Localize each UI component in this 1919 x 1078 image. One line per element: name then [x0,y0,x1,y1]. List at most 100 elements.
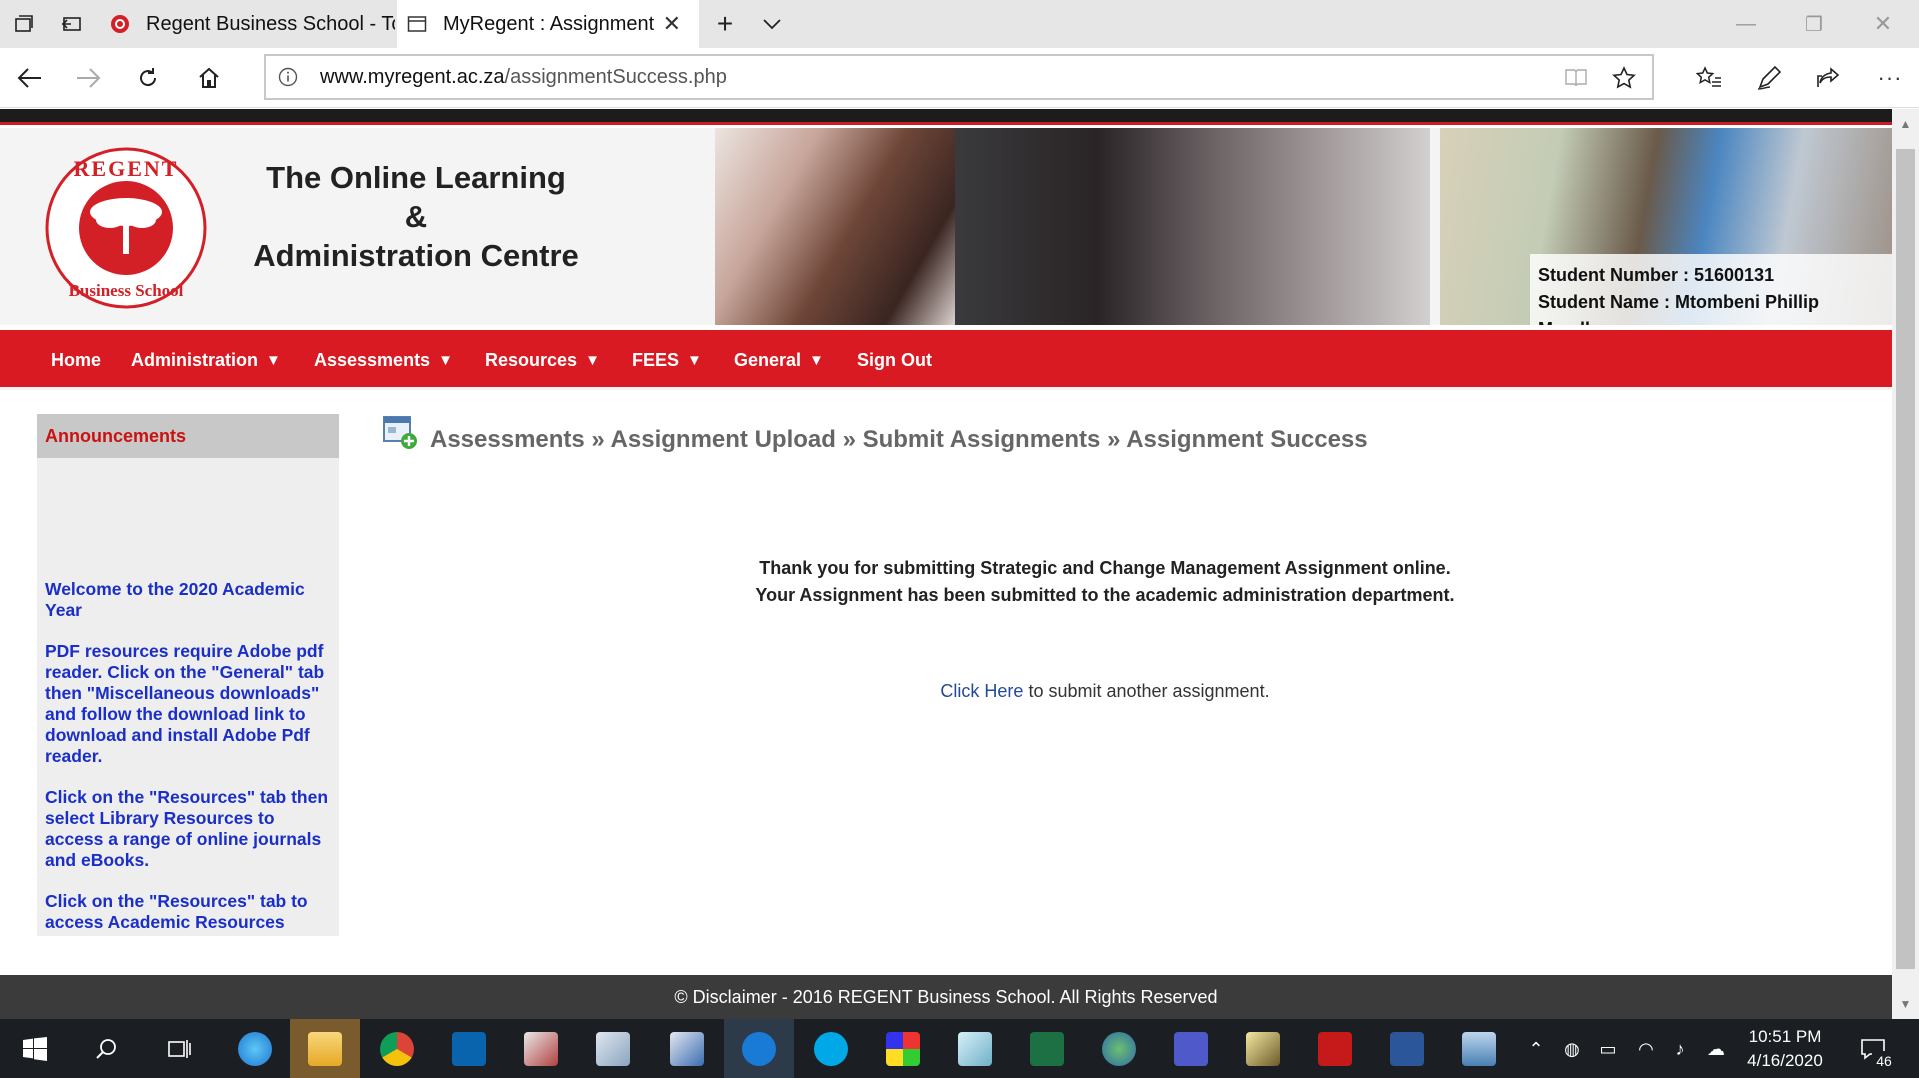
student-number: Student Number : 51600131 [1538,265,1775,285]
scroll-down-icon[interactable]: ▼ [1892,989,1919,1019]
paint-icon[interactable] [506,1019,576,1078]
minimize-icon[interactable]: — [1712,0,1780,48]
clock[interactable]: 10:51 PM 4/16/2020 [1730,1025,1840,1073]
set-tabs-aside-icon[interactable] [54,0,90,48]
scroll-up-icon[interactable]: ▲ [1892,109,1919,139]
menu-fees[interactable]: FEES ▼ [632,330,702,390]
dropdown-arrow-icon: ▼ [687,351,702,369]
address-bar[interactable]: www.myregent.ac.za/assignmentSuccess.php [264,54,1654,100]
logo-text-bottom: Business School [69,281,184,300]
dropdown-arrow-icon: ▼ [438,351,453,369]
close-window-icon[interactable]: ✕ [1849,0,1917,48]
clock-date: 4/16/2020 [1747,1051,1823,1070]
menu-resources[interactable]: Resources ▼ [485,330,600,390]
search-icon[interactable] [72,1019,142,1078]
submit-another-suffix: to submit another assignment. [1023,681,1270,701]
title-line-2: & [404,199,428,234]
url-text[interactable]: www.myregent.ac.za/assignmentSuccess.php [320,66,727,89]
tab-regent-business-school[interactable]: Regent Business School - Tc [100,0,395,48]
favorite-star-icon[interactable] [1612,66,1636,90]
page-viewport: REGENT Business School The Online Learni… [0,109,1892,1019]
title-line-3: Administration Centre [253,238,579,273]
click-here-link[interactable]: Click Here [940,681,1023,701]
app-icon[interactable] [940,1019,1010,1078]
favorites-icon[interactable] [1689,58,1729,98]
submit-another-text: Click Here to submit another assignment. [740,681,1470,702]
settings-more-icon[interactable]: ··· [1870,58,1910,98]
menu-sign-out-label: Sign Out [857,349,932,370]
success-line-2: Your Assignment has been submitted to th… [755,585,1455,605]
app-icon[interactable] [578,1019,648,1078]
battery-icon[interactable]: ▭ [1596,1037,1620,1061]
outlook-icon[interactable] [434,1019,504,1078]
teams-icon[interactable] [1156,1019,1226,1078]
volume-icon[interactable]: ♪ [1668,1037,1692,1061]
menu-fees-label: FEES [632,349,680,370]
regent-logo: REGENT Business School [45,147,207,309]
url-domain: www.myregent.ac.za [320,66,505,88]
menu-assessments[interactable]: Assessments ▼ [314,330,453,390]
menu-administration-label: Administration [131,349,259,370]
site-header: REGENT Business School The Online Learni… [0,128,1892,325]
menu-assessments-label: Assessments [314,349,431,370]
show-hidden-icons-icon[interactable]: ⌃ [1524,1037,1548,1061]
menu-home[interactable]: Home [51,330,101,390]
skype-icon[interactable] [796,1019,866,1078]
wifi-icon[interactable]: ◠ [1634,1037,1658,1061]
site-info-icon[interactable] [278,67,298,87]
dropdown-arrow-icon: ▼ [266,351,281,369]
student-info: Student Number : 51600131 Student Name :… [1530,254,1892,325]
file-explorer-icon[interactable] [290,1019,360,1078]
banner-photo-students [715,128,955,325]
tab-actions-icon[interactable] [6,0,42,48]
app-icon[interactable] [652,1019,722,1078]
home-icon[interactable] [189,58,229,98]
app-icon[interactable] [1444,1019,1514,1078]
chrome-icon[interactable] [362,1019,432,1078]
regent-favicon-icon [111,15,129,33]
announcement-item: Welcome to the 2020 Academic Year [45,579,305,620]
tab-myregent-assignment[interactable]: MyRegent : Assignment ✕ [397,0,699,48]
close-tab-icon[interactable]: ✕ [663,11,681,37]
refresh-icon[interactable] [128,58,168,98]
start-button[interactable] [0,1019,70,1078]
app-icon[interactable] [868,1019,938,1078]
reading-view-icon[interactable] [1564,67,1588,89]
edge-icon[interactable] [724,1019,794,1078]
forward-icon[interactable] [68,58,108,98]
internet-explorer-icon[interactable] [220,1019,290,1078]
web-note-icon[interactable] [1749,58,1789,98]
page-scrollbar[interactable]: ▲ ▼ [1892,109,1919,1019]
menu-general[interactable]: General ▼ [734,330,824,390]
success-message: Thank you for submitting Strategic and C… [740,555,1470,609]
success-line-1: Thank you for submitting Strategic and C… [759,558,1451,578]
task-view-icon[interactable] [144,1019,214,1078]
tab-preview-chevron-icon[interactable] [754,0,790,48]
acrobat-icon[interactable] [1300,1019,1370,1078]
share-icon[interactable] [1808,58,1848,98]
onedrive-icon[interactable]: ☁ [1704,1037,1728,1061]
menu-sign-out[interactable]: Sign Out [857,330,932,390]
dropdown-arrow-icon: ▼ [585,351,600,369]
announcement-item: PDF resources require Adobe pdf reader. … [45,641,325,766]
new-tab-icon[interactable]: + [707,0,743,48]
restore-icon[interactable]: ❐ [1780,0,1848,48]
url-path: /assignmentSuccess.php [504,66,727,88]
app-icon[interactable] [1228,1019,1298,1078]
tab-title: Regent Business School - Tc [146,12,395,35]
scrollbar-thumb[interactable] [1896,149,1915,969]
top-strip [0,109,1892,125]
excel-icon[interactable] [1012,1019,1082,1078]
app-icon[interactable] [1084,1019,1154,1078]
back-icon[interactable] [10,58,50,98]
announcement-item: Click on the "Resources" tab to access A… [45,891,308,932]
windows-logo-icon [23,1036,47,1061]
announcements-panel[interactable]: Announcements Welcome to the 2020 Academ… [37,414,339,936]
network-globe-icon[interactable]: ◍ [1560,1037,1584,1061]
menu-administration[interactable]: Administration ▼ [131,330,281,390]
browser-nav-bar: www.myregent.ac.za/assignmentSuccess.php… [0,48,1919,108]
footer-disclaimer: © Disclaimer - 2016 REGENT Business Scho… [0,975,1892,1019]
tab-title: MyRegent : Assignment [443,12,655,35]
word-icon[interactable] [1372,1019,1442,1078]
announcements-list: Welcome to the 2020 Academic Year PDF re… [45,579,335,936]
